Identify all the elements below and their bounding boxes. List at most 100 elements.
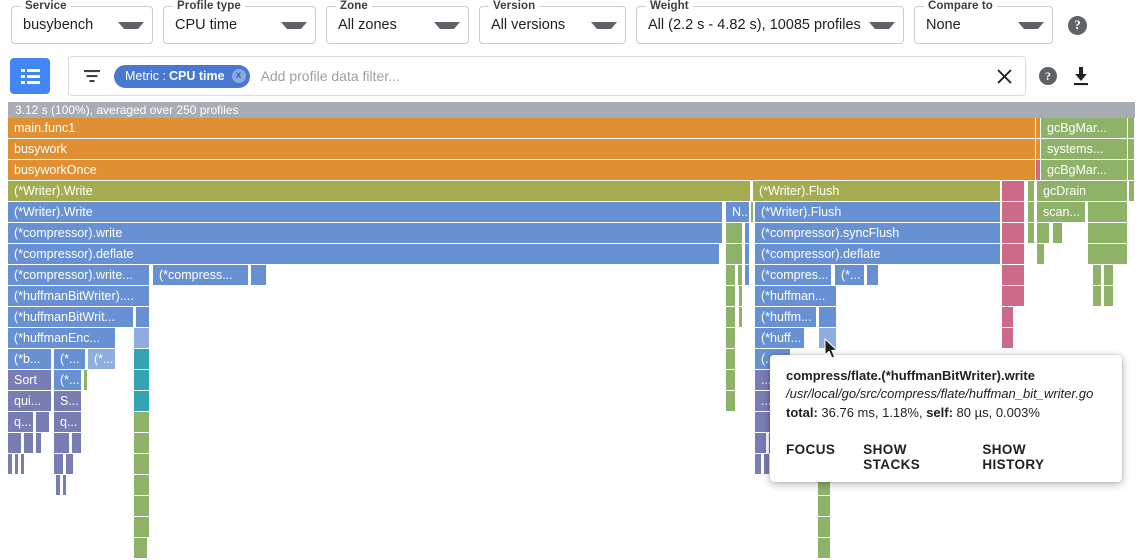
flame-frame[interactable]: N... bbox=[726, 202, 750, 222]
flame-frame[interactable] bbox=[739, 286, 743, 306]
flame-frame[interactable] bbox=[1088, 202, 1128, 222]
flame-frame[interactable] bbox=[1053, 223, 1063, 243]
service-dropdown[interactable]: Service busybench bbox=[11, 0, 153, 44]
flame-graph[interactable]: main.func1 gcBgMar... busywork systems... bu… bbox=[8, 118, 1135, 560]
flame-frame[interactable]: systems... bbox=[1041, 139, 1128, 159]
flame-frame[interactable] bbox=[134, 538, 148, 558]
flame-frame[interactable] bbox=[134, 517, 150, 537]
flame-frame[interactable]: (*huffman... bbox=[755, 286, 837, 306]
flame-frame[interactable] bbox=[1002, 307, 1014, 327]
flame-frame[interactable] bbox=[819, 307, 837, 327]
flame-frame[interactable] bbox=[1028, 223, 1035, 243]
flame-frame[interactable]: (*compressor).write... bbox=[8, 265, 150, 285]
flame-frame[interactable] bbox=[21, 454, 25, 474]
flame-frame[interactable] bbox=[726, 244, 743, 264]
flame-frame[interactable]: main.func1 bbox=[8, 118, 1036, 138]
flame-frame[interactable]: (*compressor).deflate bbox=[8, 244, 720, 264]
flame-frame[interactable] bbox=[1028, 202, 1035, 222]
flame-frame[interactable] bbox=[745, 265, 750, 285]
flame-frame[interactable] bbox=[8, 433, 22, 453]
flame-frame[interactable] bbox=[134, 328, 150, 348]
flame-frame[interactable] bbox=[755, 433, 767, 453]
flame-frame[interactable]: (*huffm... bbox=[755, 307, 817, 327]
flame-frame[interactable]: (*... bbox=[835, 265, 865, 285]
list-view-button[interactable] bbox=[10, 58, 50, 94]
flame-frame[interactable] bbox=[726, 223, 743, 243]
show-stacks-button[interactable]: SHOW STACKS bbox=[863, 442, 954, 472]
flame-frame[interactable]: gcDrain bbox=[1037, 181, 1128, 201]
flame-frame[interactable] bbox=[56, 475, 61, 495]
flame-frame[interactable]: busywork bbox=[8, 139, 1036, 159]
chevron-down-icon[interactable] bbox=[118, 21, 144, 29]
flame-frame[interactable] bbox=[1088, 244, 1128, 264]
flame-frame[interactable]: (*compres... bbox=[755, 265, 832, 285]
metric-filter-chip[interactable]: Metric : CPU time x bbox=[114, 64, 250, 88]
flame-frame[interactable]: (*huffmanEnc... bbox=[8, 328, 116, 348]
flame-frame[interactable]: gcBgMar... bbox=[1041, 118, 1128, 138]
compare-to-dropdown[interactable]: Compare to None bbox=[914, 0, 1053, 44]
flame-frame[interactable]: (*... bbox=[88, 349, 116, 369]
show-history-button[interactable]: SHOW HISTORY bbox=[982, 442, 1078, 472]
filter-help-icon[interactable]: ? bbox=[1039, 67, 1057, 85]
download-button[interactable] bbox=[1072, 66, 1090, 86]
flame-frame[interactable] bbox=[134, 370, 150, 390]
flame-frame[interactable] bbox=[1104, 286, 1114, 306]
flame-frame[interactable] bbox=[54, 433, 70, 453]
flame-frame[interactable]: q... bbox=[54, 412, 82, 432]
flame-frame[interactable] bbox=[726, 265, 736, 285]
flame-frame[interactable] bbox=[1002, 328, 1014, 348]
flame-frame[interactable] bbox=[1128, 118, 1135, 138]
flame-frame[interactable] bbox=[66, 454, 74, 474]
flame-frame[interactable] bbox=[1129, 181, 1135, 201]
flame-frame[interactable] bbox=[134, 496, 150, 516]
flame-frame[interactable]: busyworkOnce bbox=[8, 160, 1036, 180]
flame-frame[interactable]: (*huffmanBitWriter).... bbox=[8, 286, 150, 306]
flame-frame[interactable] bbox=[745, 244, 750, 264]
flame-frame[interactable]: (*compress... bbox=[153, 265, 249, 285]
flame-frame[interactable] bbox=[1093, 286, 1102, 306]
flame-frame[interactable] bbox=[1002, 265, 1025, 285]
flame-frame[interactable]: Sort bbox=[8, 370, 52, 390]
clear-filters-button[interactable] bbox=[991, 63, 1017, 89]
filter-input-placeholder[interactable]: Add profile data filter... bbox=[261, 68, 400, 84]
flame-frame[interactable] bbox=[1002, 181, 1025, 201]
chevron-down-icon[interactable] bbox=[1018, 21, 1044, 29]
flame-frame[interactable] bbox=[63, 475, 67, 495]
flame-frame[interactable] bbox=[134, 475, 150, 495]
flame-frame[interactable] bbox=[1002, 202, 1025, 222]
flame-frame[interactable] bbox=[818, 517, 831, 537]
flame-frame[interactable] bbox=[1128, 139, 1135, 159]
zone-dropdown[interactable]: Zone All zones bbox=[326, 0, 469, 44]
chip-remove-icon[interactable]: x bbox=[231, 69, 246, 83]
flame-frame[interactable] bbox=[1028, 181, 1035, 201]
flame-frame[interactable] bbox=[745, 223, 750, 243]
flame-frame[interactable] bbox=[1037, 244, 1045, 264]
flame-frame[interactable] bbox=[24, 433, 34, 453]
flame-frame[interactable]: gcBgMar... bbox=[1041, 160, 1128, 180]
flame-frame[interactable] bbox=[8, 454, 13, 474]
flame-frame[interactable] bbox=[726, 328, 736, 348]
flame-frame[interactable] bbox=[726, 391, 736, 411]
flame-frame[interactable]: (*compressor).write bbox=[8, 223, 723, 243]
flame-frame[interactable] bbox=[726, 349, 736, 369]
version-dropdown[interactable]: Version All versions bbox=[479, 0, 626, 44]
flame-frame[interactable]: q... bbox=[8, 412, 34, 432]
flame-frame[interactable] bbox=[818, 538, 831, 558]
flame-frame[interactable] bbox=[36, 433, 42, 453]
filter-input-container[interactable]: Metric : CPU time x Add profile data fil… bbox=[68, 56, 1026, 96]
profile-type-dropdown[interactable]: Profile type CPU time bbox=[163, 0, 316, 44]
flame-frame[interactable]: (*b... bbox=[8, 349, 52, 369]
flame-frame[interactable] bbox=[134, 391, 150, 411]
flame-frame[interactable]: (*compressor).syncFlush bbox=[755, 223, 1001, 243]
flame-frame[interactable] bbox=[751, 202, 754, 222]
flame-frame[interactable] bbox=[1093, 265, 1102, 285]
flame-frame[interactable] bbox=[84, 370, 88, 390]
flame-frame[interactable] bbox=[134, 349, 150, 369]
flame-frame[interactable] bbox=[134, 433, 150, 453]
chevron-down-icon[interactable] bbox=[869, 21, 895, 29]
chevron-down-icon[interactable] bbox=[434, 21, 460, 29]
flame-frame[interactable]: (*huffmanBitWrit... bbox=[8, 307, 134, 327]
flame-frame[interactable] bbox=[1104, 265, 1114, 285]
weight-dropdown[interactable]: Weight All (2.2 s - 4.82 s), 10085 profi… bbox=[636, 0, 904, 44]
focus-button[interactable]: FOCUS bbox=[786, 442, 835, 472]
